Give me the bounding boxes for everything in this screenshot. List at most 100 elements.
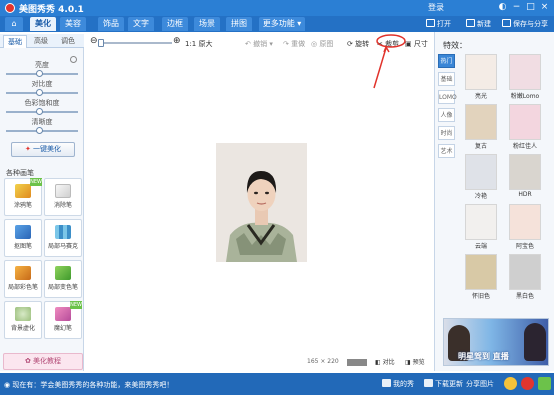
open-button[interactable]: 打开 <box>426 19 451 29</box>
subtab-advanced[interactable]: 高级 <box>29 35 53 48</box>
tool-graffiti-pen[interactable]: 涂鸦笔 NEW <box>4 178 42 216</box>
tool-background-blur[interactable]: 背景虚化 <box>4 301 42 339</box>
category-hot[interactable]: 热门 <box>438 54 455 68</box>
brightness-track[interactable] <box>6 70 78 77</box>
tab-beautify[interactable]: 美化 <box>30 17 56 31</box>
original-button[interactable]: ◎ 原图 <box>311 39 333 49</box>
saturation-track[interactable] <box>6 108 78 115</box>
new-button[interactable]: 新建 <box>466 19 491 29</box>
resize-label: 尺寸 <box>413 40 428 48</box>
app-logo-icon <box>5 3 15 13</box>
effect-item[interactable]: 复古 <box>461 104 501 152</box>
effect-thumbnail <box>465 204 497 240</box>
minimize-icon[interactable]: − <box>510 1 523 13</box>
effect-thumbnail <box>465 154 497 190</box>
tool-label: 魔幻笔 <box>53 325 72 332</box>
zoom-original-button[interactable]: 1:1 原大 <box>185 39 213 49</box>
tool-color-pen[interactable]: 局部彩色笔 <box>4 260 42 298</box>
category-lomo[interactable]: LOMO <box>438 90 457 104</box>
zoom-out-icon[interactable]: ⊖ <box>90 36 98 46</box>
contrast-slider[interactable]: 对比度 <box>6 79 78 96</box>
tab-scene[interactable]: 场景 <box>194 17 220 31</box>
tool-recolor-pen[interactable]: 局部变色笔 <box>44 260 82 298</box>
share-label: 分享图片 <box>466 380 494 388</box>
download-update-link[interactable]: 下载更新 <box>424 379 463 389</box>
sharpness-slider[interactable]: 清晰度 <box>6 117 78 134</box>
effect-item[interactable]: 黑白色 <box>505 254 545 302</box>
redo-label: 重做 <box>291 40 306 48</box>
weibo-icon[interactable] <box>521 377 534 390</box>
more-features-menu[interactable]: 更多功能 ▾ <box>259 17 305 31</box>
tab-accessories[interactable]: 饰品 <box>98 17 124 31</box>
effect-item[interactable]: 云端 <box>461 204 501 252</box>
saturation-slider[interactable]: 色彩饱和度 <box>6 98 78 115</box>
image-size-readout: 165 × 220 <box>307 358 339 365</box>
compare-button[interactable]: ◧ 对比 <box>375 357 395 366</box>
save-share-button[interactable]: 保存与分享 <box>502 19 548 29</box>
effect-item[interactable]: 粉嫩Lomo <box>505 54 545 102</box>
sharpness-track[interactable] <box>6 127 78 134</box>
scissors-icon <box>15 225 31 239</box>
tool-eraser-pen[interactable]: 消除笔 <box>44 178 82 216</box>
effect-item[interactable]: HDR <box>505 154 545 202</box>
tab-face[interactable]: 美容 <box>60 17 86 31</box>
tool-label: 局部马赛克 <box>47 243 78 250</box>
category-basic[interactable]: 基础 <box>438 72 455 86</box>
maximize-icon[interactable]: □ <box>524 1 537 13</box>
subtab-color[interactable]: 调色 <box>56 35 80 48</box>
zoom-track[interactable] <box>98 39 172 47</box>
saturation-knob[interactable] <box>36 108 43 115</box>
category-art[interactable]: 艺术 <box>438 144 455 158</box>
tool-mosaic[interactable]: 局部马赛克 <box>44 219 82 257</box>
plus-icon[interactable] <box>538 377 551 390</box>
my-show-label: 我的秀 <box>393 380 414 388</box>
effect-label: 粉嫩Lomo <box>510 93 540 100</box>
contrast-knob[interactable] <box>36 89 43 96</box>
login-link[interactable]: 登录 <box>428 2 444 13</box>
skin-icon[interactable]: ◐ <box>496 1 509 13</box>
home-button[interactable]: ⌂ <box>5 17 23 31</box>
magic-pen-icon <box>55 307 71 321</box>
redo-button[interactable]: ↷ 重做 <box>283 39 305 49</box>
brightness-knob[interactable] <box>36 70 43 77</box>
undo-button[interactable]: ↶ 撤销 ▾ <box>245 39 273 49</box>
blur-icon <box>15 307 31 321</box>
effect-item[interactable]: 阿宝色 <box>505 204 545 252</box>
effect-item[interactable]: 冷艳 <box>461 154 501 202</box>
original-label: 原图 <box>319 40 334 48</box>
contrast-track[interactable] <box>6 89 78 96</box>
star-icon[interactable] <box>504 377 517 390</box>
effect-label: 黑白色 <box>515 293 534 300</box>
one-click-beautify-button[interactable]: ✦ 一键美化 <box>11 142 75 157</box>
download-icon <box>424 379 433 387</box>
monitor-icon <box>382 379 391 387</box>
effect-label: 云端 <box>474 243 487 250</box>
category-portrait[interactable]: 人像 <box>438 108 455 122</box>
my-show-link[interactable]: 我的秀 <box>382 379 414 389</box>
brightness-slider[interactable]: 亮度 <box>6 60 78 77</box>
effect-item[interactable]: 怀旧色 <box>461 254 501 302</box>
close-icon[interactable]: × <box>538 1 551 13</box>
subtab-basic[interactable]: 基础 <box>3 35 27 48</box>
tool-magic-pen[interactable]: 魔幻笔 NEW <box>44 301 82 339</box>
effect-label: 粉红佳人 <box>512 143 537 150</box>
tab-frame[interactable]: 边框 <box>162 17 188 31</box>
share-image-link[interactable]: 分享图片 <box>466 379 494 389</box>
promo-banner[interactable]: 明星驾到 直播 <box>443 318 549 366</box>
sharpness-knob[interactable] <box>36 127 43 134</box>
folder-icon <box>426 19 435 27</box>
zoom-in-icon[interactable]: ⊕ <box>173 36 181 46</box>
category-fashion[interactable]: 时尚 <box>438 126 455 140</box>
tip-message: 现在有：学会美图秀秀的各种功能，来美图秀秀吧！ <box>12 381 174 389</box>
effect-item[interactable]: 粉红佳人 <box>505 104 545 152</box>
tab-text[interactable]: 文字 <box>128 17 154 31</box>
beautify-tutorial-button[interactable]: ✿ 美化教程 <box>3 353 83 370</box>
compare-label: 对比 <box>382 359 395 366</box>
preview-button[interactable]: ◨ 预览 <box>405 357 425 366</box>
edited-photo[interactable] <box>216 143 307 262</box>
zoom-knob[interactable] <box>98 39 104 47</box>
effect-item[interactable]: 亮光 <box>461 54 501 102</box>
tab-collage[interactable]: 拼图 <box>226 17 252 31</box>
tool-cutout-pen[interactable]: 抠图笔 <box>4 219 42 257</box>
tip-text: ◉ 现在有：学会美图秀秀的各种功能，来美图秀秀吧！ <box>4 380 173 390</box>
